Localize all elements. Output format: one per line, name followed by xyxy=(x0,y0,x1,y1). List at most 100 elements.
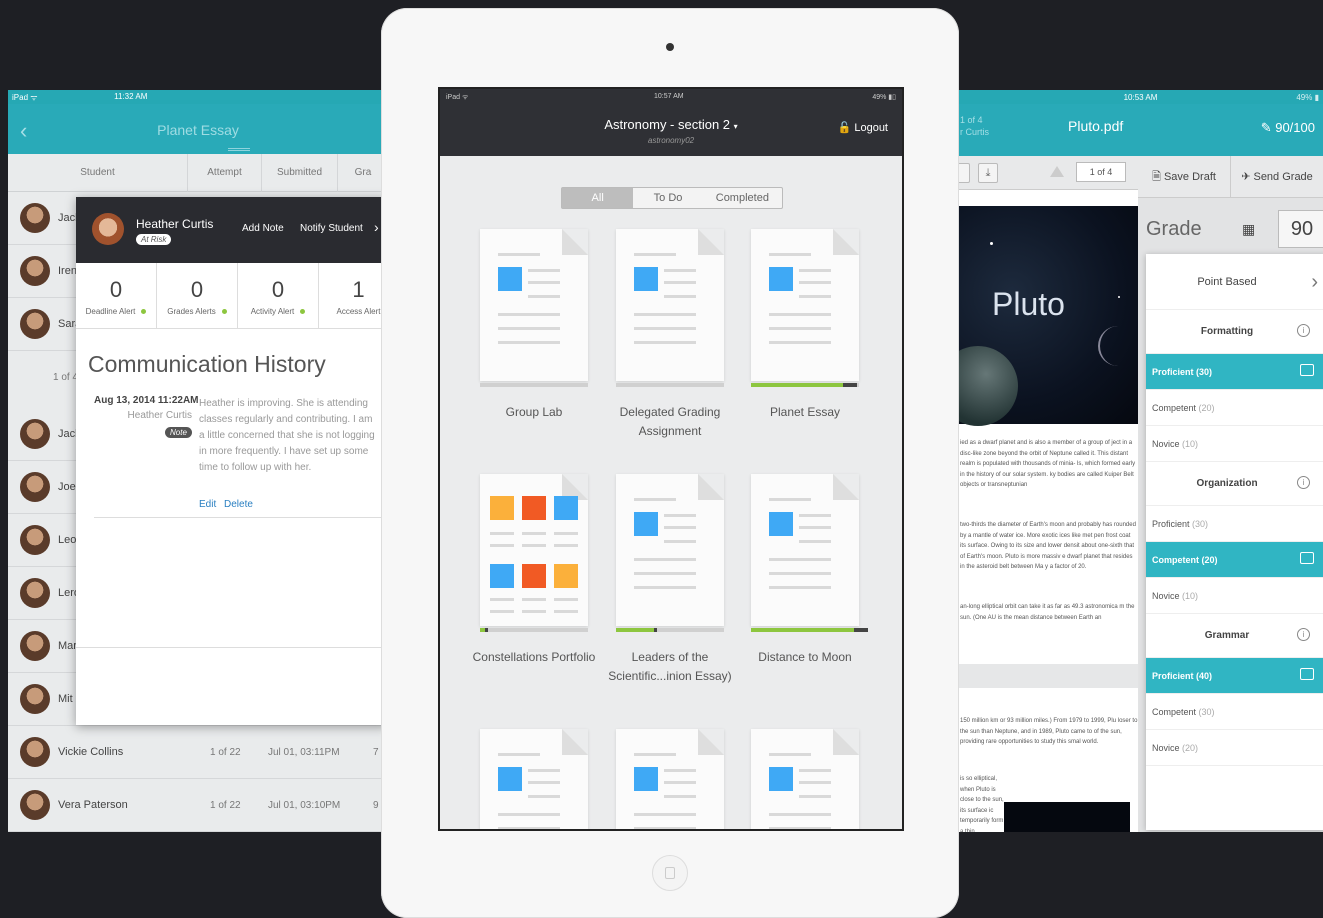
page-fold xyxy=(833,729,859,755)
rubric-level[interactable]: Novice (10) xyxy=(1146,578,1323,614)
criterion-header: Organization i xyxy=(1146,462,1323,506)
alert-count: 0 xyxy=(109,277,123,302)
text-line xyxy=(498,327,560,330)
criterion-name: Organization xyxy=(1196,478,1258,489)
text-line xyxy=(634,827,696,829)
col-attempt[interactable]: Attempt xyxy=(188,153,262,192)
text-line xyxy=(634,558,696,561)
delete-link[interactable]: Delete xyxy=(224,499,253,510)
info-icon[interactable]: i xyxy=(1297,628,1310,641)
comment-icon[interactable] xyxy=(1300,668,1314,680)
text-line xyxy=(498,341,560,344)
level-label: Proficient xyxy=(1152,367,1197,377)
page-field[interactable]: 1 of 4 xyxy=(1076,162,1126,182)
status-dot-icon xyxy=(141,309,147,315)
assignment-title: Leaders of the Scientific...inion Essay) xyxy=(608,650,732,683)
criterion-name: Grammar xyxy=(1204,630,1250,641)
rubric-level[interactable]: Novice (10) xyxy=(1146,426,1323,462)
grades-alert[interactable]: 0 Grades Alerts xyxy=(157,263,238,328)
table-row[interactable]: Vickie Collins 1 of 22 Jul 01, 03:11PM 7 xyxy=(8,726,388,779)
text-line xyxy=(554,610,578,613)
assignment-card[interactable]: Delegated Grading Assignment xyxy=(616,229,724,441)
col-submitted[interactable]: Submitted xyxy=(262,153,338,192)
divider xyxy=(76,647,388,648)
assignment-card[interactable]: Leaders of the Scientific...inion Essay) xyxy=(608,474,732,686)
rubric-level[interactable]: Competent (20) xyxy=(1146,542,1323,578)
assignment-card[interactable] xyxy=(751,729,859,829)
notify-student-button[interactable]: Notify Student xyxy=(300,223,363,234)
rubric-level[interactable]: Novice (20) xyxy=(1146,730,1323,766)
tab-all[interactable]: All xyxy=(562,188,634,208)
annotate-icon[interactable] xyxy=(1050,166,1064,177)
grade-input[interactable]: 90 xyxy=(1278,210,1323,248)
toolbar-icon[interactable] xyxy=(958,163,970,183)
assignment-card[interactable]: Planet Essay xyxy=(751,229,859,422)
center-device-label: iPad ᯤ xyxy=(446,94,469,101)
assignment-title: Distance to Moon xyxy=(758,650,852,664)
alert-count: 0 xyxy=(190,277,204,302)
assignment-card[interactable] xyxy=(480,729,588,829)
rubric-level[interactable]: Proficient (30) xyxy=(1146,506,1323,542)
home-button[interactable] xyxy=(652,855,688,891)
edit-link[interactable]: Edit xyxy=(199,499,216,510)
activity-alert[interactable]: 0 Activity Alert xyxy=(238,263,319,328)
student-name: Heather Curtis xyxy=(136,217,214,231)
left-nav-title: Planet Essay xyxy=(157,122,239,138)
text-line xyxy=(769,827,831,829)
download-icon[interactable]: ⤓ xyxy=(978,163,998,183)
assignment-card[interactable]: Distance to Moon xyxy=(751,474,868,667)
course-title-dropdown[interactable]: Astronomy - section 2 ▾ xyxy=(440,117,902,132)
table-row[interactable]: Vera Paterson 1 of 22 Jul 01, 03:10PM 9 xyxy=(8,779,388,832)
score-button[interactable]: ✎ 90/100 xyxy=(1261,120,1315,136)
assignment-card[interactable]: Group Lab xyxy=(480,229,588,422)
text-line xyxy=(498,827,560,829)
level-points: (10) xyxy=(1182,591,1199,601)
assignment-card[interactable]: Constellations Portfolio xyxy=(473,474,595,667)
rubric-level[interactable]: Competent (30) xyxy=(1146,694,1323,730)
text-line xyxy=(498,253,540,256)
grid-icon[interactable]: ▦ xyxy=(1242,222,1256,236)
text-line xyxy=(799,269,831,272)
text-line xyxy=(554,598,578,601)
comment-icon[interactable] xyxy=(1300,364,1314,376)
tab-completed[interactable]: Completed xyxy=(703,188,782,208)
note-tag: Note xyxy=(165,427,192,438)
comment-icon[interactable] xyxy=(1300,552,1314,564)
rubric-level[interactable]: Proficient (40) xyxy=(1146,658,1323,694)
assignment-card[interactable] xyxy=(616,729,724,829)
text-line xyxy=(634,586,696,589)
info-icon[interactable]: i xyxy=(1297,476,1310,489)
info-icon[interactable]: i xyxy=(1297,324,1310,337)
send-grade-button[interactable]: ✈ Send Grade xyxy=(1231,156,1323,197)
attempt-cell: 1 of 22 xyxy=(210,746,241,758)
menu-handle-icon[interactable] xyxy=(228,148,250,151)
tab-todo[interactable]: To Do xyxy=(633,188,702,208)
add-note-button[interactable]: Add Note xyxy=(242,223,284,234)
save-draft-button[interactable]: 🗎 Save Draft xyxy=(1138,156,1231,197)
progress-fill xyxy=(751,628,854,632)
chevron-right-icon[interactable]: › xyxy=(374,219,379,235)
level-points: (30) xyxy=(1198,707,1215,717)
alert-label: Deadline Alert xyxy=(85,307,136,316)
text-line xyxy=(664,769,696,772)
level-points: (40) xyxy=(1196,671,1213,681)
level-label: Competent xyxy=(1152,555,1202,565)
text-line xyxy=(490,532,514,535)
text-line xyxy=(490,544,514,547)
rubric-level[interactable]: Competent (20) xyxy=(1146,390,1323,426)
access-alert[interactable]: 1 Access Alert xyxy=(319,263,388,328)
logout-button[interactable]: 🔓 Logout xyxy=(838,121,888,134)
document-icon xyxy=(751,474,859,626)
rubric-level[interactable]: Proficient (30) xyxy=(1146,354,1323,390)
text-line xyxy=(522,544,546,547)
deadline-alert[interactable]: 0 Deadline Alert xyxy=(76,263,157,328)
rubric-card: Point Based › Formatting i Proficient (30) Co… xyxy=(1146,254,1323,830)
assignment-title: Planet Essay xyxy=(769,405,841,419)
col-student[interactable]: Student xyxy=(8,153,188,192)
text-line xyxy=(634,572,696,575)
level-label: Proficient xyxy=(1152,671,1197,681)
color-block xyxy=(490,564,514,588)
document-icon xyxy=(751,229,859,381)
point-based-selector[interactable]: Point Based › xyxy=(1146,254,1323,310)
center-status-time: 10:57 AM xyxy=(654,93,684,100)
